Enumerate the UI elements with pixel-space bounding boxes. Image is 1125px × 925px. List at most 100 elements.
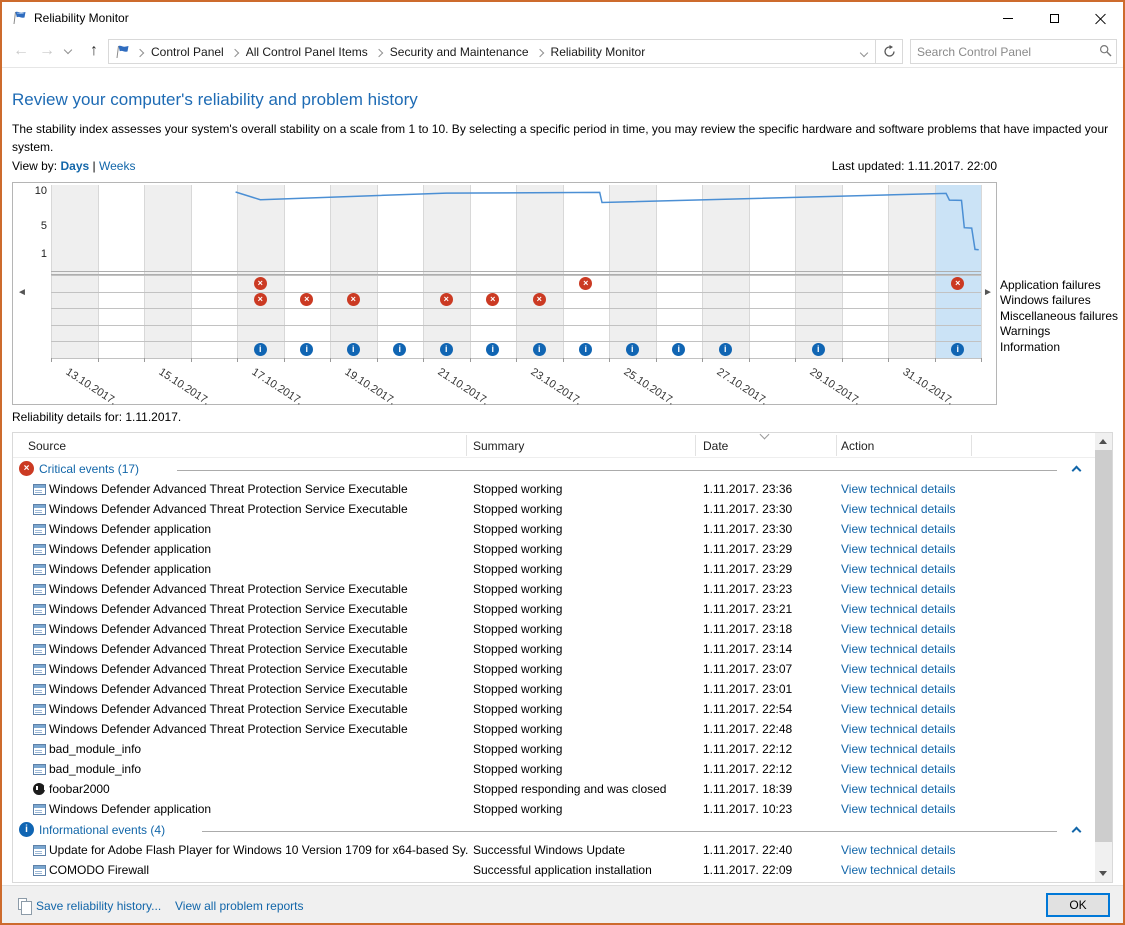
table-row[interactable]: Windows Defender Advanced Threat Protect… [13, 679, 1112, 699]
up-button[interactable]: ↑ [82, 38, 106, 64]
table-row[interactable]: Windows Defender Advanced Threat Protect… [13, 639, 1112, 659]
date-cell: 1.11.2017. 10:23 [703, 802, 792, 816]
error-marker-icon[interactable]: × [951, 277, 964, 290]
breadcrumb-item[interactable]: All Control Panel Items [240, 45, 374, 59]
view-technical-details-link[interactable]: View technical details [841, 562, 956, 576]
view-technical-details-link[interactable]: View technical details [841, 542, 956, 556]
table-row[interactable]: Windows Defender applicationStopped work… [13, 799, 1112, 819]
info-marker-icon[interactable]: i [533, 343, 546, 356]
source-cell: Windows Defender Advanced Threat Protect… [49, 722, 408, 736]
view-all-problem-reports-link[interactable]: View all problem reports [175, 899, 304, 913]
history-dropdown-icon[interactable] [60, 38, 76, 64]
error-marker-icon[interactable]: × [579, 277, 592, 290]
save-reliability-history-link[interactable]: Save reliability history... [36, 899, 161, 913]
foobar2000-icon [33, 783, 45, 795]
breadcrumb-dropdown-icon[interactable] [853, 45, 875, 59]
table-row[interactable]: Windows Defender applicationStopped work… [13, 519, 1112, 539]
view-technical-details-link[interactable]: View technical details [841, 662, 956, 676]
view-technical-details-link[interactable]: View technical details [841, 762, 956, 776]
view-technical-details-link[interactable]: View technical details [841, 582, 956, 596]
view-technical-details-link[interactable]: View technical details [841, 802, 956, 816]
view-technical-details-link[interactable]: View technical details [841, 522, 956, 536]
info-marker-icon[interactable]: i [719, 343, 732, 356]
event-group-row[interactable]: iInformational events (4) [13, 819, 1112, 840]
x-axis-date-label: 13.10.2017. [64, 366, 119, 408]
view-by-days-link[interactable]: Days [60, 159, 89, 173]
view-technical-details-link[interactable]: View technical details [841, 682, 956, 696]
view-technical-details-link[interactable]: View technical details [841, 843, 956, 857]
info-marker-icon[interactable]: i [440, 343, 453, 356]
view-technical-details-link[interactable]: View technical details [841, 722, 956, 736]
refresh-button[interactable] [876, 40, 902, 63]
table-row[interactable]: foobar2000Stopped responding and was clo… [13, 779, 1112, 799]
collapse-group-icon[interactable] [1072, 466, 1082, 476]
date-cell: 1.11.2017. 23:36 [703, 482, 792, 496]
chart-scroll-left-icon[interactable]: ◄ [17, 287, 27, 299]
view-technical-details-link[interactable]: View technical details [841, 742, 956, 756]
column-header-source[interactable]: Source [28, 439, 66, 453]
table-row[interactable]: Windows Defender Advanced Threat Protect… [13, 659, 1112, 679]
view-technical-details-link[interactable]: View technical details [841, 642, 956, 656]
table-row[interactable]: Windows Defender Advanced Threat Protect… [13, 619, 1112, 639]
table-row[interactable]: Windows Defender Advanced Threat Protect… [13, 699, 1112, 719]
table-row[interactable]: Windows Defender Advanced Threat Protect… [13, 579, 1112, 599]
info-marker-icon[interactable]: i [626, 343, 639, 356]
source-cell: Windows Defender Advanced Threat Protect… [49, 622, 408, 636]
summary-cell: Stopped working [473, 722, 562, 736]
event-group-row[interactable]: ×Critical events (17) [13, 458, 1112, 479]
view-technical-details-link[interactable]: View technical details [841, 702, 956, 716]
scroll-up-icon[interactable] [1099, 439, 1107, 444]
page-description: The stability index assesses your system… [12, 120, 1117, 156]
view-technical-details-link[interactable]: View technical details [841, 782, 956, 796]
table-row[interactable]: Windows Defender Advanced Threat Protect… [13, 479, 1112, 499]
view-technical-details-link[interactable]: View technical details [841, 502, 956, 516]
close-button[interactable] [1077, 2, 1123, 34]
view-technical-details-link[interactable]: View technical details [841, 602, 956, 616]
search-icon[interactable] [1094, 44, 1116, 60]
forward-button[interactable]: → [34, 38, 60, 64]
application-icon [33, 604, 46, 615]
application-icon [33, 584, 46, 595]
search-input[interactable] [911, 45, 1094, 59]
x-axis-date-label: 17.10.2017. [250, 366, 305, 408]
back-button[interactable]: ← [8, 38, 34, 64]
view-technical-details-link[interactable]: View technical details [841, 622, 956, 636]
breadcrumb-separator-icon [376, 45, 382, 59]
table-row[interactable]: Windows Defender Advanced Threat Protect… [13, 599, 1112, 619]
source-cell: Windows Defender Advanced Threat Protect… [49, 682, 408, 696]
table-row[interactable]: Windows Defender applicationStopped work… [13, 559, 1112, 579]
ok-button[interactable]: OK [1046, 893, 1110, 917]
column-header-action[interactable]: Action [841, 439, 874, 453]
y-axis-tick-label: 10 [21, 185, 47, 197]
view-by-weeks-link[interactable]: Weeks [99, 159, 135, 173]
column-header-date[interactable]: Date [703, 439, 728, 453]
breadcrumb-item[interactable]: Security and Maintenance [384, 45, 535, 59]
view-technical-details-link[interactable]: View technical details [841, 863, 956, 877]
x-axis-date-label: 29.10.2017. [808, 366, 863, 408]
table-row[interactable]: Windows Defender applicationStopped work… [13, 539, 1112, 559]
collapse-group-icon[interactable] [1072, 827, 1082, 837]
x-axis-date-label: 25.10.2017. [622, 366, 677, 408]
maximize-button[interactable] [1031, 2, 1077, 34]
breadcrumb-item[interactable]: Control Panel [145, 45, 230, 59]
application-icon [33, 764, 46, 775]
table-row[interactable]: COMODO FirewallSuccessful application in… [13, 860, 1112, 880]
view-technical-details-link[interactable]: View technical details [841, 482, 956, 496]
table-row[interactable]: Update for Adobe Flash Player for Window… [13, 840, 1112, 860]
error-marker-icon[interactable]: × [254, 277, 267, 290]
column-header-summary[interactable]: Summary [473, 439, 524, 453]
source-cell: Windows Defender Advanced Threat Protect… [49, 602, 408, 616]
info-marker-icon[interactable]: i [254, 343, 267, 356]
breadcrumb-item[interactable]: Reliability Monitor [545, 45, 652, 59]
table-row[interactable]: bad_module_infoStopped working1.11.2017.… [13, 759, 1112, 779]
table-row[interactable]: Windows Defender Advanced Threat Protect… [13, 719, 1112, 739]
scrollbar-thumb[interactable] [1095, 450, 1112, 842]
minimize-button[interactable] [985, 2, 1031, 34]
scroll-down-icon[interactable] [1099, 871, 1107, 876]
info-marker-icon[interactable]: i [347, 343, 360, 356]
info-marker-icon[interactable]: i [812, 343, 825, 356]
table-scrollbar[interactable] [1095, 433, 1112, 882]
chart-scroll-right-icon[interactable]: ► [983, 287, 993, 299]
table-row[interactable]: Windows Defender Advanced Threat Protect… [13, 499, 1112, 519]
table-row[interactable]: bad_module_infoStopped working1.11.2017.… [13, 739, 1112, 759]
